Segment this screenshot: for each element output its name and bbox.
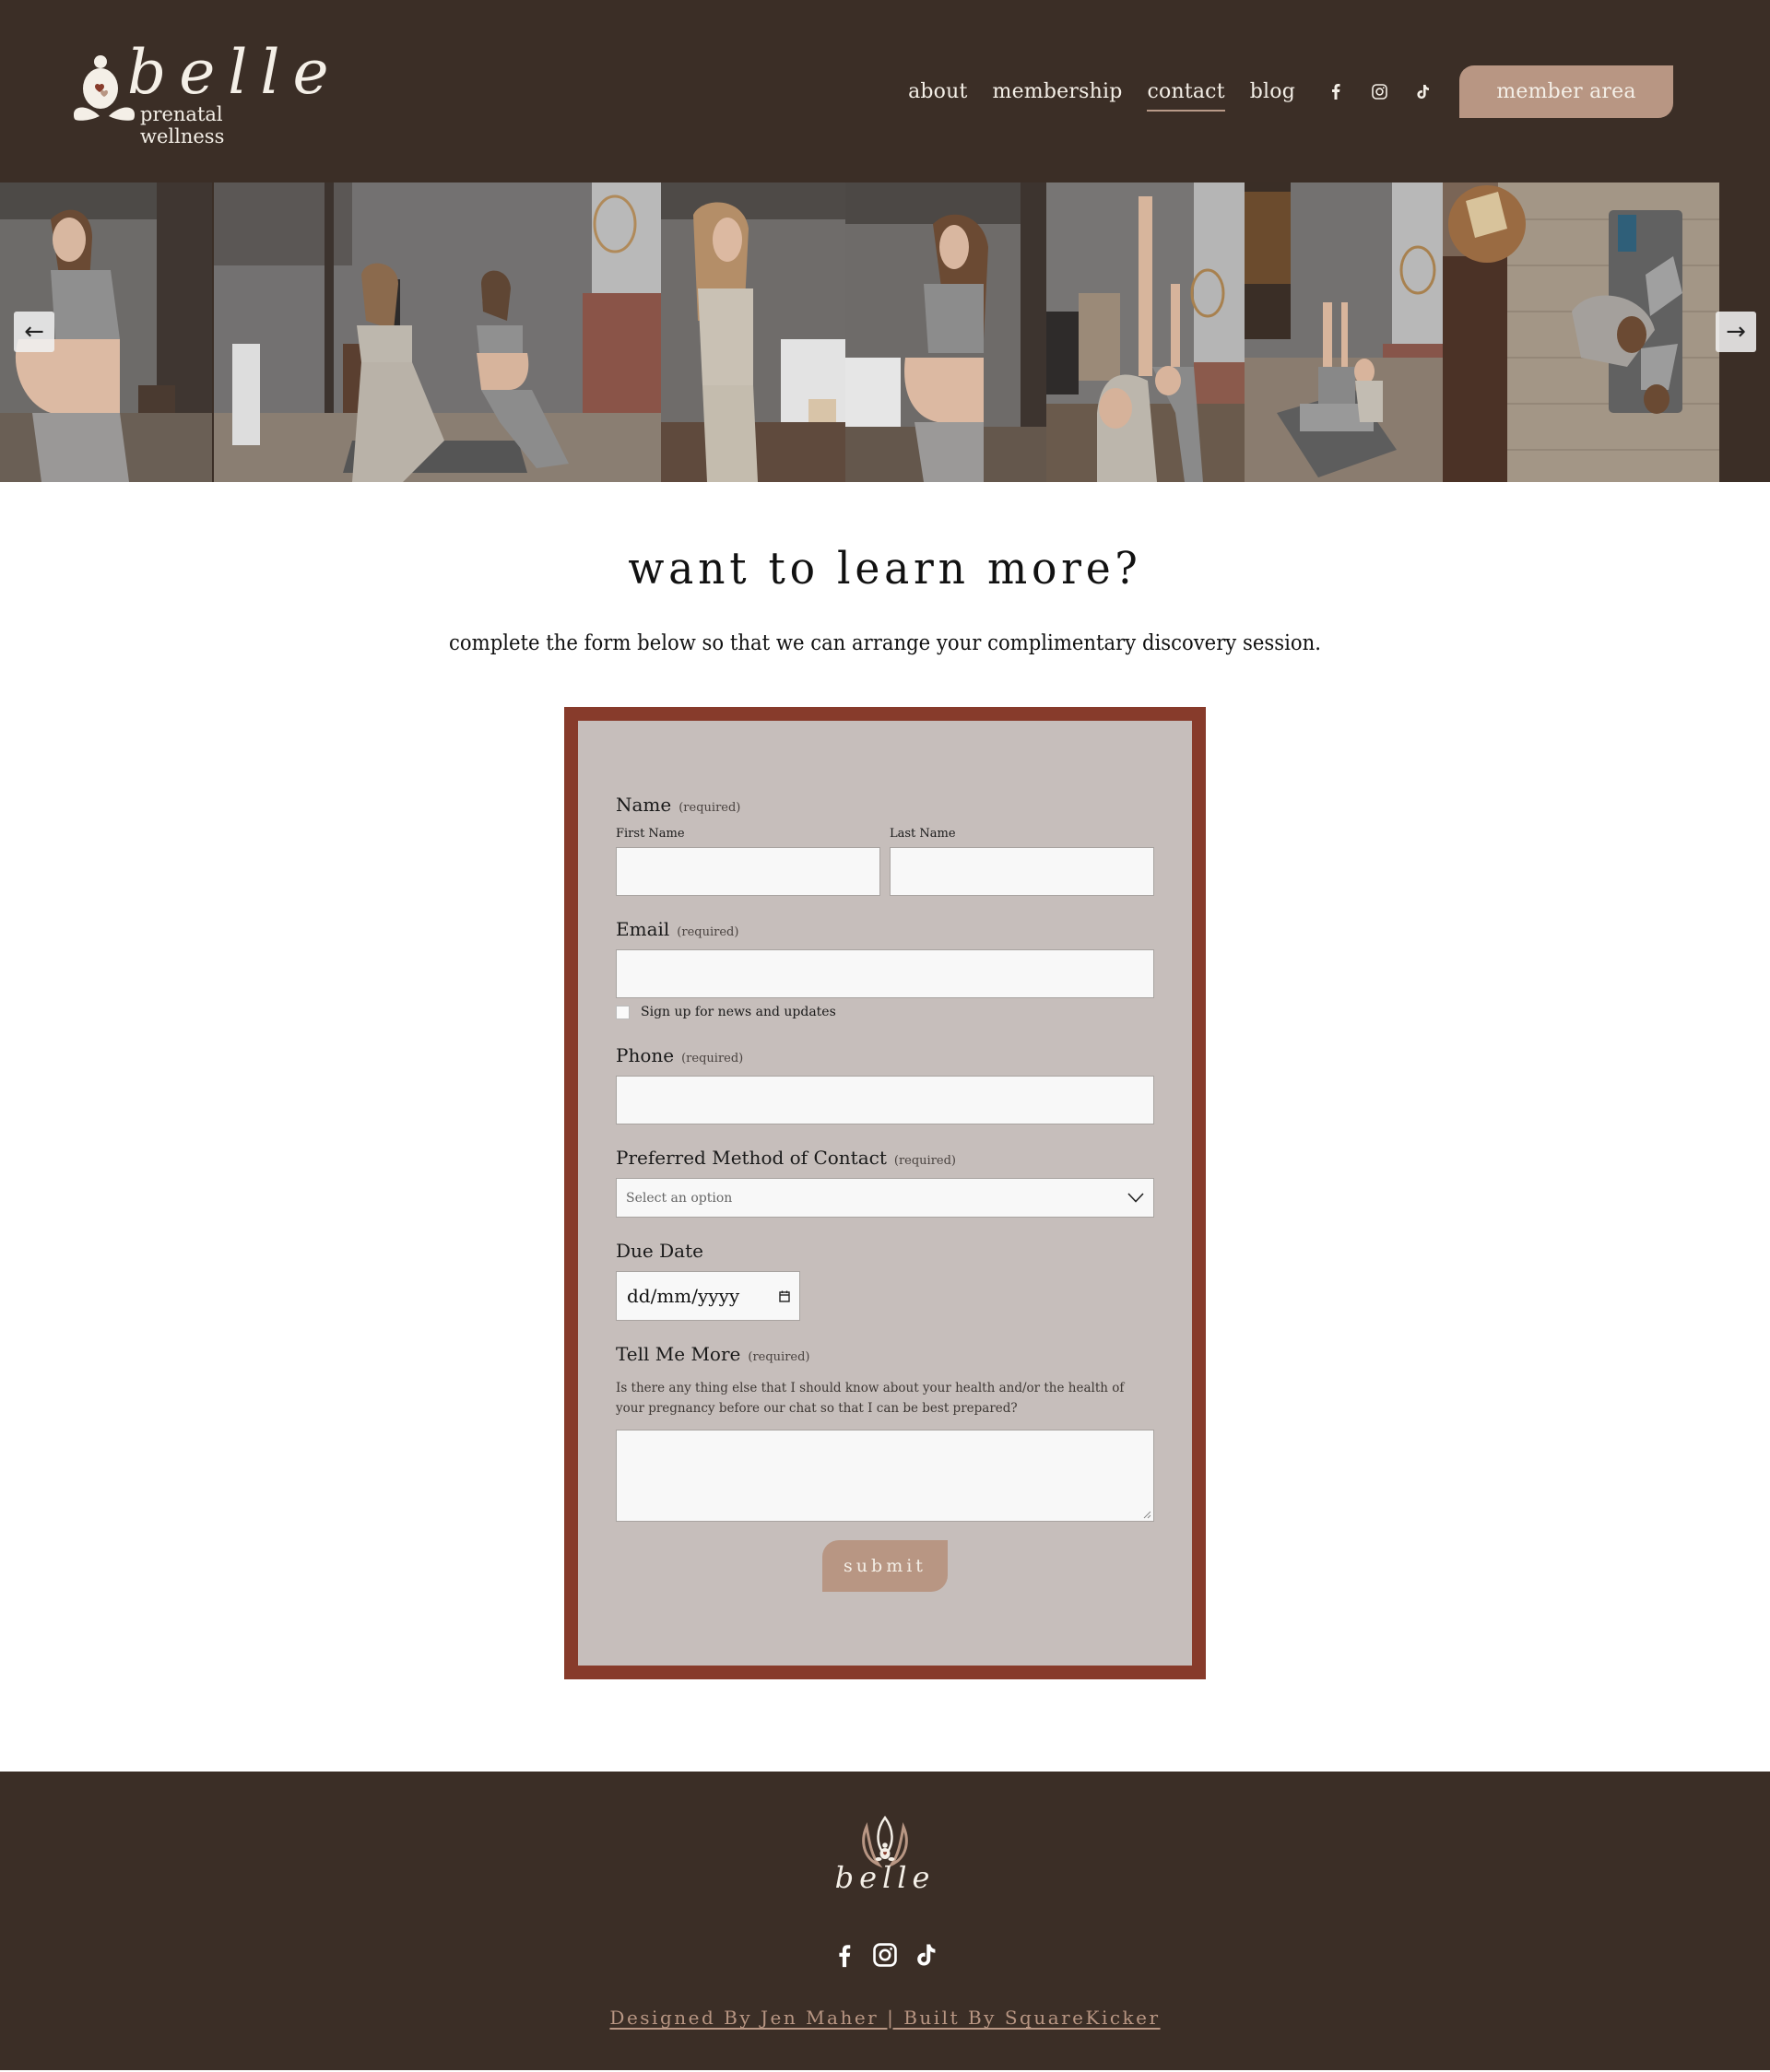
tell-me-more-textarea[interactable] bbox=[616, 1430, 1154, 1522]
tiktok-icon[interactable] bbox=[1413, 82, 1432, 100]
arrow-right-icon: → bbox=[1726, 318, 1746, 346]
arrow-left-icon: ← bbox=[24, 318, 44, 346]
required-note: (required) bbox=[893, 1154, 957, 1168]
page-subtitle: complete the form below so that we can a… bbox=[449, 631, 1321, 655]
contact-method-field-group: Preferred Method of Contact (required) Se… bbox=[616, 1147, 1154, 1218]
gallery-image bbox=[845, 182, 1046, 482]
gallery-image bbox=[1443, 182, 1719, 482]
newsletter-label: Sign up for news and updates bbox=[641, 1005, 836, 1019]
logo-wordmark: belle bbox=[127, 37, 342, 108]
email-input[interactable] bbox=[616, 949, 1154, 998]
name-field-group: Name (required) First Name Last Name bbox=[616, 794, 1154, 896]
page-title: want to learn more? bbox=[628, 543, 1142, 595]
instagram-icon[interactable] bbox=[1370, 82, 1388, 100]
gallery-prev-button[interactable]: ← bbox=[14, 312, 54, 352]
gallery-slide[interactable] bbox=[1443, 182, 1719, 482]
first-name-input[interactable] bbox=[616, 847, 880, 896]
contact-method-label: Preferred Method of Contact bbox=[616, 1147, 887, 1169]
footer-wordmark: belle bbox=[834, 1860, 936, 1895]
facebook-icon[interactable] bbox=[1327, 82, 1345, 100]
email-field-group: Email (required) Sign up for news and upd… bbox=[616, 918, 1154, 1019]
header-social-links bbox=[1327, 82, 1457, 100]
tell-me-more-field-group: Tell Me More (required) Is there any thin… bbox=[616, 1343, 1154, 1522]
gallery-slide[interactable] bbox=[1046, 182, 1245, 482]
due-date-field-group: Due Date dd/mm/yyyy bbox=[616, 1240, 1154, 1321]
required-note: (required) bbox=[748, 1350, 810, 1364]
facebook-icon[interactable] bbox=[832, 1942, 857, 1968]
contact-method-select[interactable]: Select an option bbox=[616, 1178, 1154, 1218]
contact-form: Name (required) First Name Last Name Emai… bbox=[578, 721, 1192, 1666]
first-name-label: First Name bbox=[616, 827, 685, 841]
main-nav: about membership contact blog member are… bbox=[908, 65, 1698, 118]
nav-blog[interactable]: blog bbox=[1250, 80, 1295, 103]
chevron-down-icon bbox=[1127, 1193, 1144, 1203]
phone-label: Phone bbox=[616, 1044, 675, 1066]
footer-credits: Designed By Jen Maher | Built By SquareK… bbox=[0, 2007, 1770, 2029]
gallery-image bbox=[661, 182, 845, 482]
tiktok-icon[interactable] bbox=[913, 1942, 938, 1968]
required-note: (required) bbox=[677, 925, 739, 939]
logo-tagline: prenatal wellness bbox=[140, 103, 225, 147]
footer-social-links bbox=[0, 1942, 1770, 1968]
intro-section: want to learn more? complete the form be… bbox=[0, 482, 1770, 655]
gallery-slide[interactable] bbox=[214, 182, 661, 482]
tell-me-more-label: Tell Me More bbox=[616, 1343, 741, 1365]
nav-membership[interactable]: membership bbox=[993, 80, 1123, 103]
calendar-icon[interactable] bbox=[779, 1290, 790, 1302]
gallery-next-button[interactable]: → bbox=[1716, 312, 1756, 352]
email-label: Email bbox=[616, 918, 670, 940]
nav-contact[interactable]: contact bbox=[1147, 80, 1226, 112]
credits-link[interactable]: Designed By Jen Maher | Built By SquareK… bbox=[609, 2007, 1160, 2029]
due-date-input[interactable]: dd/mm/yyyy bbox=[616, 1271, 800, 1321]
required-note: (required) bbox=[681, 1052, 744, 1065]
gallery-image bbox=[1245, 182, 1443, 482]
name-label: Name bbox=[616, 794, 672, 816]
resize-handle-icon[interactable] bbox=[1143, 1511, 1151, 1519]
required-note: (required) bbox=[678, 801, 741, 815]
gallery-image bbox=[1046, 182, 1245, 482]
submit-button[interactable]: submit bbox=[822, 1540, 948, 1592]
contact-form-frame: Name (required) First Name Last Name Emai… bbox=[564, 707, 1206, 1679]
member-area-button[interactable]: member area bbox=[1459, 65, 1673, 118]
last-name-input[interactable] bbox=[890, 847, 1154, 896]
instagram-icon[interactable] bbox=[872, 1942, 898, 1968]
gallery-slide[interactable] bbox=[661, 182, 845, 482]
site-header: belle prenatal wellness about membership… bbox=[0, 0, 1770, 182]
newsletter-option[interactable]: Sign up for news and updates bbox=[616, 1005, 1154, 1019]
gallery-slide[interactable] bbox=[1245, 182, 1443, 482]
newsletter-checkbox[interactable] bbox=[616, 1005, 630, 1019]
gallery-slide[interactable] bbox=[845, 182, 1046, 482]
select-value: Select an option bbox=[626, 1190, 733, 1206]
due-date-label: Due Date bbox=[616, 1240, 703, 1262]
gallery-track bbox=[0, 182, 1719, 482]
image-gallery: ← → bbox=[0, 182, 1770, 482]
tell-me-more-description: Is there any thing else that I should kn… bbox=[616, 1381, 1125, 1416]
due-date-placeholder: dd/mm/yyyy bbox=[627, 1285, 740, 1307]
gallery-image bbox=[214, 182, 661, 482]
phone-input[interactable] bbox=[616, 1076, 1154, 1124]
logo[interactable]: belle prenatal wellness bbox=[72, 37, 329, 147]
last-name-label: Last Name bbox=[890, 827, 956, 841]
site-footer: belle Designed By Jen Maher | Built By S… bbox=[0, 1772, 1770, 2070]
nav-about[interactable]: about bbox=[908, 80, 967, 103]
phone-field-group: Phone (required) bbox=[616, 1044, 1154, 1124]
